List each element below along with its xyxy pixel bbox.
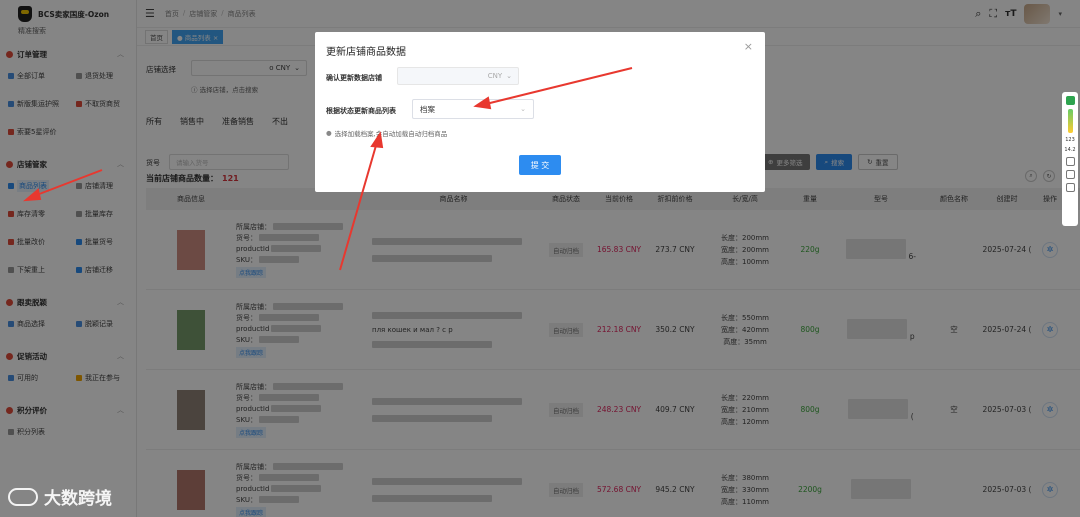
dock-stat-1: 123 [1065,137,1075,143]
plugin-icon[interactable] [1065,96,1075,105]
dialog-tip: ● 选择加载档案,会自动加载自动归档商品 [326,129,448,138]
dialog-status-select[interactable]: 档案 ⌄ [412,99,534,119]
shield-icon[interactable] [1065,157,1075,166]
close-icon[interactable]: × [744,40,753,53]
chevron-down-icon: ⌄ [506,72,512,80]
screenshot-icon[interactable] [1065,183,1075,192]
edit-icon[interactable] [1065,170,1075,179]
chevron-down-icon: ⌄ [520,105,526,113]
watermark-logo-icon [8,487,38,506]
network-meter [1067,109,1073,133]
dialog-shop-label: 确认更新数据店铺 [326,74,382,82]
dialog-title: 更新店铺商品数据 [326,47,406,58]
right-dock: 123 14.2 [1062,92,1078,226]
dialog-shop-select: CNY ⌄ [397,67,519,85]
watermark: 大数跨境 [8,484,112,509]
update-dialog: 更新店铺商品数据 × 确认更新数据店铺 CNY ⌄ 根据状态更新商品列表 档案 … [315,32,765,192]
location-pin-icon: ● [326,129,332,137]
dock-stat-2: 14.2 [1064,147,1076,153]
dialog-status-label: 根据状态更新商品列表 [326,107,396,115]
submit-button[interactable]: 提 交 [519,155,561,175]
